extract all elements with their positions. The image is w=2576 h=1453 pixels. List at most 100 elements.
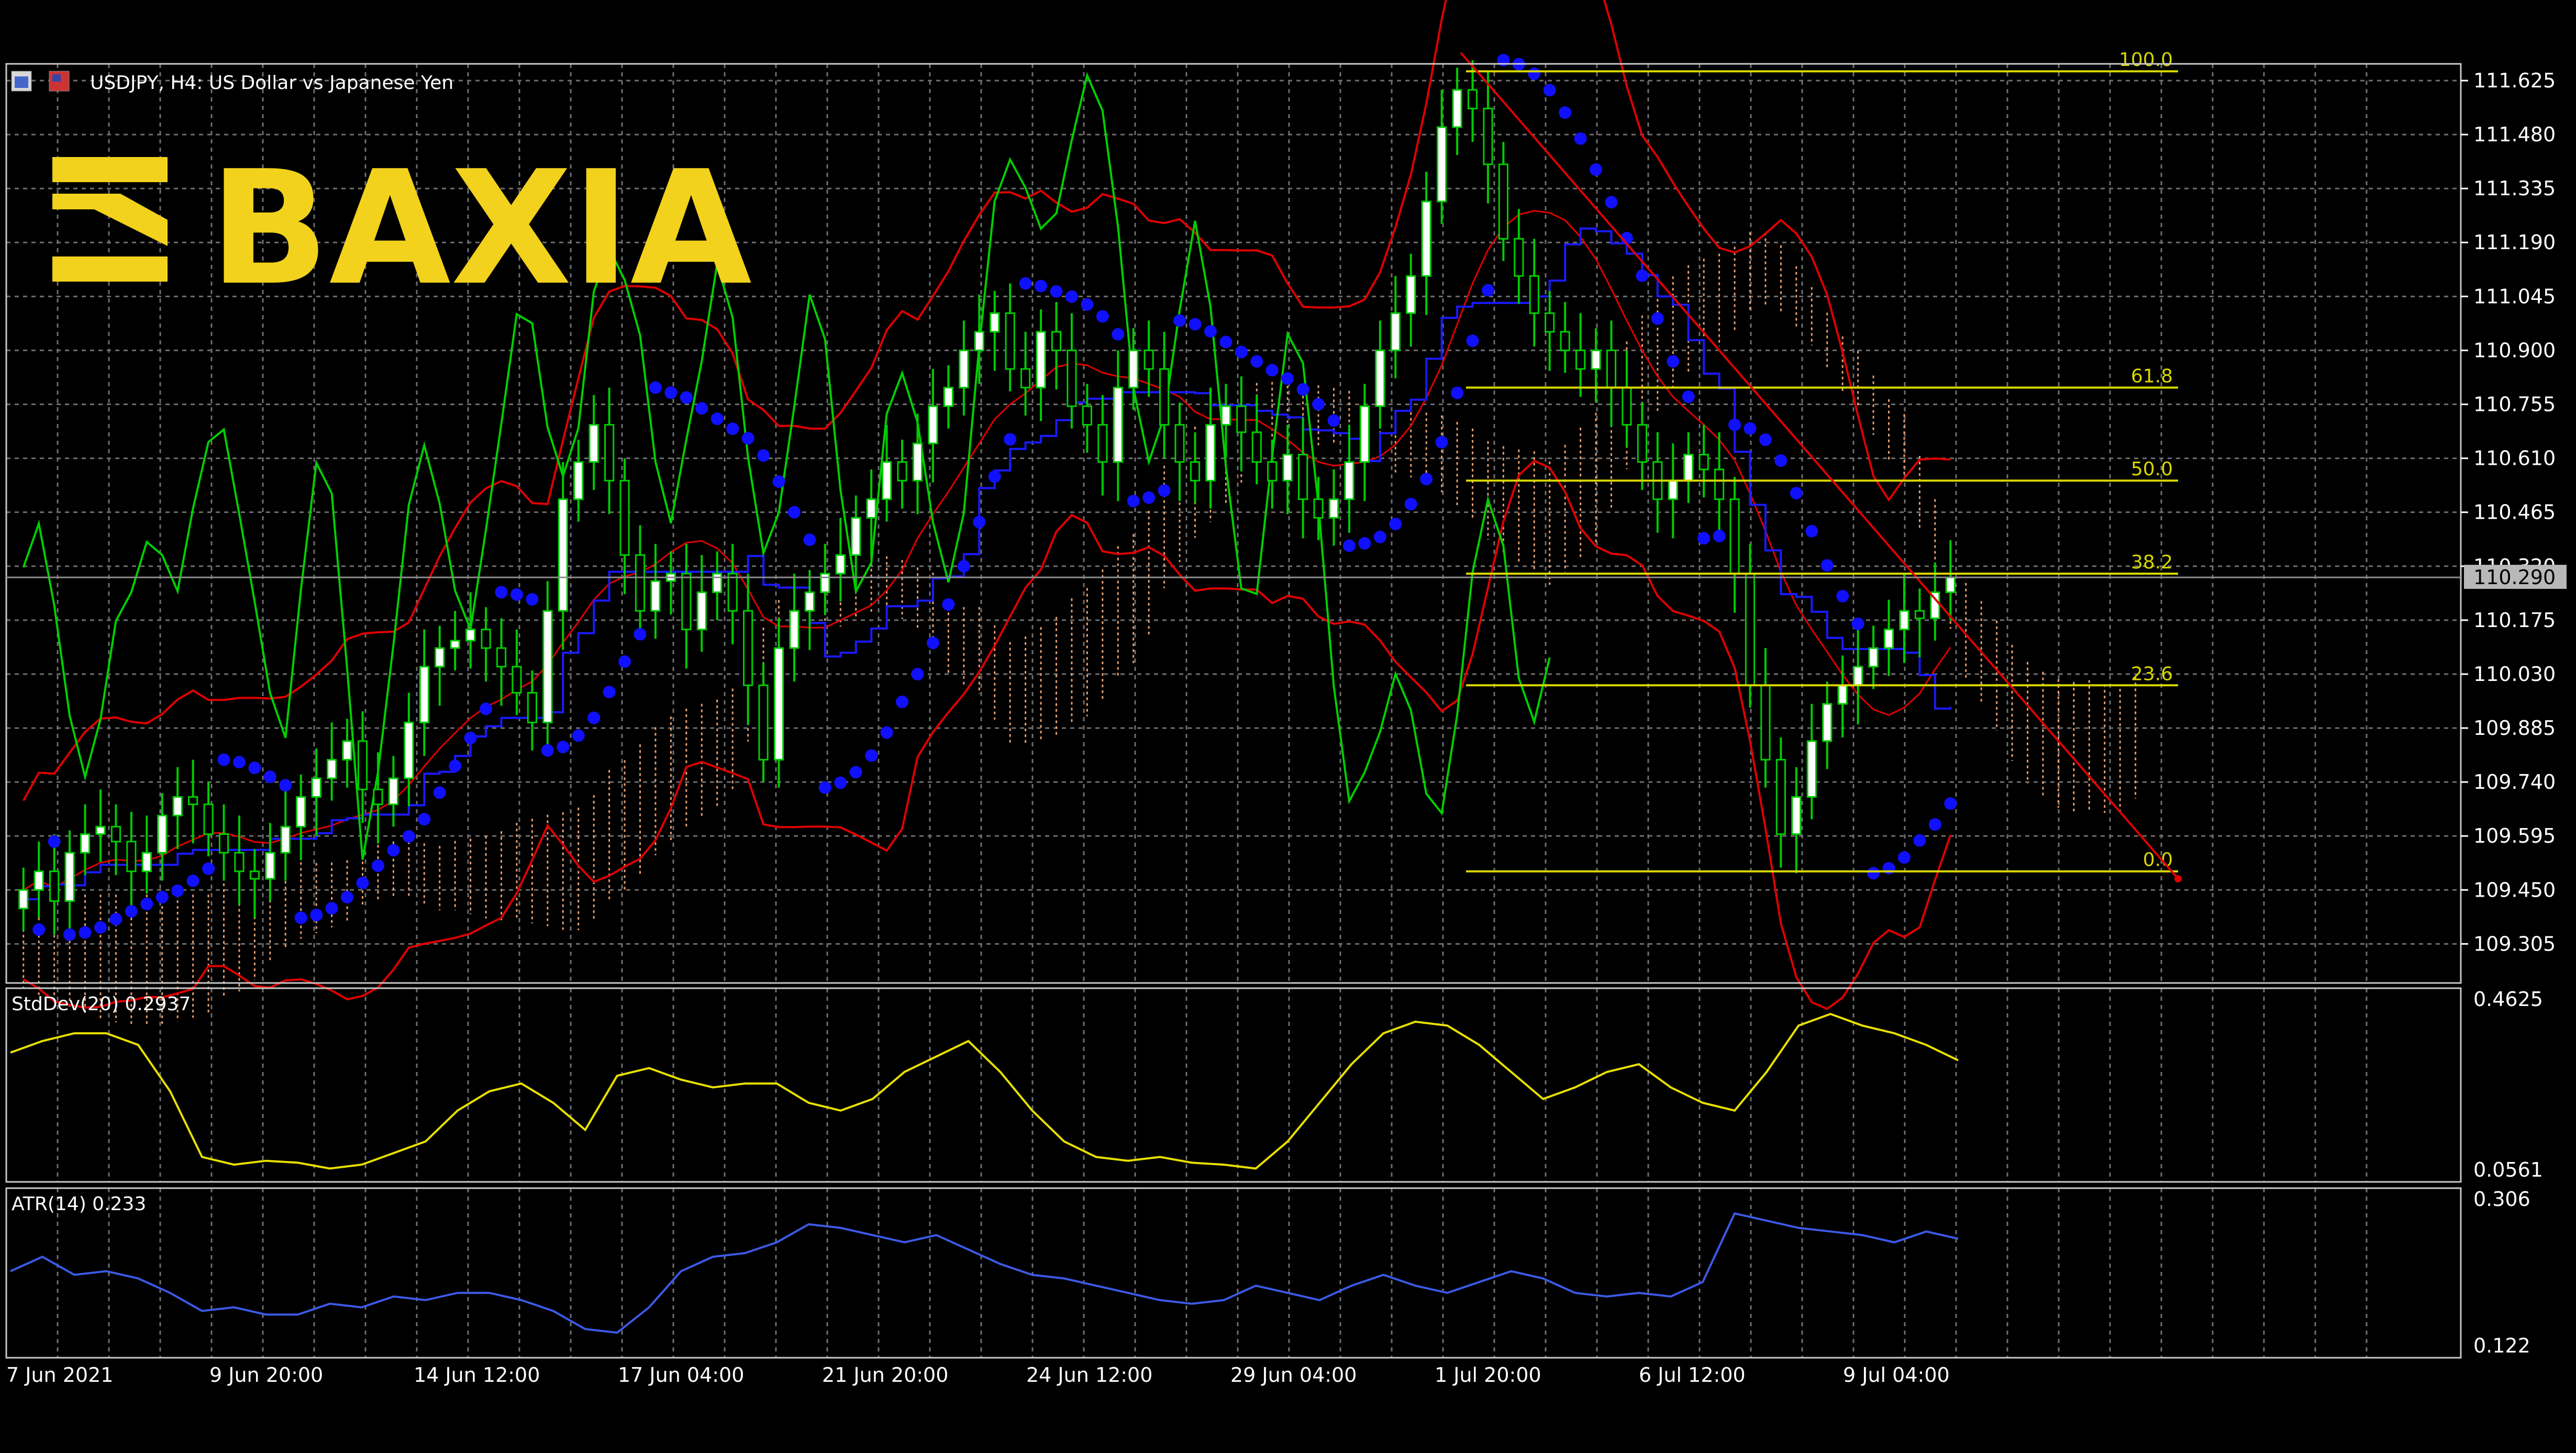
sar-dot — [1219, 336, 1233, 349]
candle-body — [1914, 610, 1925, 619]
time-tick-label: 7 Jun 2021 — [6, 1363, 113, 1387]
sar-dot — [1667, 355, 1680, 368]
candle-body — [1067, 349, 1077, 407]
sar-dot — [1081, 298, 1094, 311]
candle-body — [1205, 424, 1216, 482]
sar-dot — [248, 761, 261, 774]
candle-body — [34, 870, 44, 891]
candle-body — [743, 610, 753, 686]
sar-dot — [202, 862, 215, 875]
sar-dot — [1342, 539, 1356, 552]
sar-dot — [557, 741, 570, 754]
sar-dot — [371, 859, 384, 873]
candle-body — [928, 405, 938, 444]
candle-body — [435, 647, 445, 668]
candle-body — [1082, 405, 1092, 426]
price-tick-label: 111.480 — [2473, 123, 2556, 146]
sar-dot — [587, 711, 601, 724]
candle-body — [1174, 424, 1185, 463]
candle-body — [1467, 89, 1478, 109]
candle-body — [882, 461, 892, 500]
candle-body — [1159, 368, 1170, 426]
stddev-title: StdDev(20) 0.2937 — [12, 993, 191, 1015]
sar-dot — [1312, 398, 1325, 411]
time-tick-label: 6 Jul 12:00 — [1639, 1363, 1746, 1387]
flag-icon-canton — [52, 74, 61, 82]
sar-dot — [1065, 290, 1078, 303]
candle-body — [265, 852, 275, 880]
candle-body — [80, 833, 91, 854]
sar-dot — [79, 926, 92, 939]
candle-body — [1683, 453, 1694, 482]
candle-body — [157, 814, 168, 854]
sar-dot — [156, 891, 169, 904]
candle-body — [604, 424, 615, 482]
time-tick-label: 9 Jul 04:00 — [1843, 1363, 1950, 1387]
fib-level-label: 38.2 — [2131, 552, 2173, 573]
sar-dot — [1605, 196, 1618, 209]
sar-dot — [541, 744, 554, 757]
sar-dot — [418, 813, 431, 826]
sar-dot — [480, 702, 493, 716]
sar-dot — [1235, 345, 1248, 359]
sar-dot — [1327, 414, 1340, 427]
candle-body — [1545, 312, 1555, 333]
price-tick-label: 111.045 — [2473, 285, 2556, 308]
sar-dot — [1451, 386, 1464, 399]
candle-body — [481, 629, 491, 649]
sar-dot — [988, 470, 1001, 483]
candle-body — [789, 610, 800, 649]
sar-dot — [1189, 318, 1202, 331]
candle-body — [203, 803, 214, 835]
sar-dot — [1035, 280, 1048, 293]
sar-dot — [1481, 284, 1494, 297]
candle-body — [1729, 498, 1740, 575]
candle-body — [804, 591, 815, 612]
candle-body — [512, 666, 522, 694]
candle-body — [1236, 405, 1247, 433]
sar-dot — [911, 668, 924, 681]
candle-body — [1837, 684, 1848, 705]
candle-body — [311, 777, 321, 798]
candle-body — [912, 442, 923, 482]
sar-dot — [94, 921, 107, 934]
sar-dot — [1050, 285, 1063, 298]
sar-dot — [1759, 433, 1772, 446]
candle-body — [1883, 629, 1894, 649]
chart-canvas[interactable]: 100.061.850.038.223.60.0 StdDev(20) 0.29… — [0, 0, 2576, 1451]
sar-dot — [140, 898, 153, 911]
candle-body — [1005, 312, 1015, 370]
candle-body — [1591, 349, 1601, 370]
sar-dot — [1373, 530, 1386, 543]
candle-body — [851, 517, 861, 556]
sar-dot — [634, 628, 647, 641]
stddev-tick-label: 0.4625 — [2473, 988, 2543, 1011]
candle-body — [712, 573, 723, 594]
sar-dot — [710, 412, 724, 426]
atr-tick-label: 0.122 — [2473, 1334, 2530, 1357]
price-tick-label: 110.900 — [2473, 339, 2556, 362]
price-tick-label: 111.190 — [2473, 231, 2556, 254]
sar-dot — [1820, 559, 1834, 572]
sar-dot — [695, 402, 708, 415]
sar-dot — [1713, 530, 1726, 543]
candle-body — [327, 758, 337, 779]
price-tick-label: 110.175 — [2473, 609, 2556, 632]
brand-name: BAXIA — [209, 137, 753, 320]
candle-body — [357, 740, 368, 790]
sar-dot — [757, 449, 770, 462]
candle-body — [527, 691, 537, 723]
candle-body — [188, 796, 198, 806]
candle-body — [1113, 387, 1123, 463]
candle-body — [542, 610, 553, 723]
candle-body — [1791, 796, 1802, 835]
sar-dot — [1913, 834, 1926, 847]
candle-body — [450, 640, 460, 649]
candle-body — [635, 554, 646, 612]
sar-dot — [1944, 797, 1957, 810]
candle-body — [1390, 312, 1401, 351]
candle-body — [1945, 576, 1956, 594]
sar-dot — [1127, 495, 1140, 508]
sar-dot — [263, 770, 276, 784]
sar-dot — [1928, 818, 1941, 831]
